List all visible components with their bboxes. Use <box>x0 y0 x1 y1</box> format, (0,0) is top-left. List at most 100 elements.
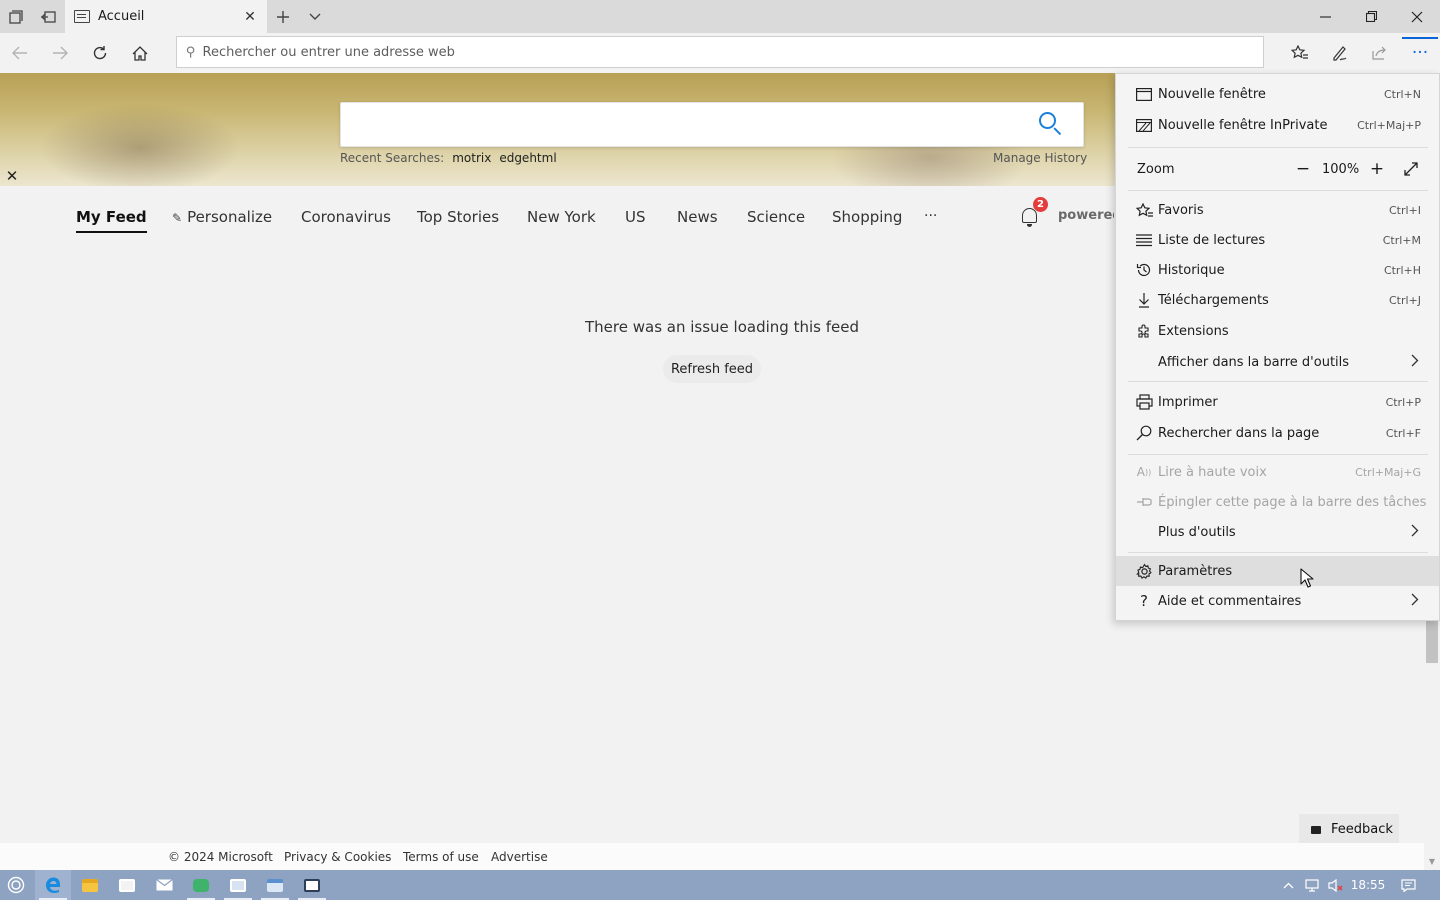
chevron-right-icon <box>1411 593 1419 610</box>
feed-tab-my-feed[interactable]: My Feed <box>76 208 147 233</box>
feedback-button[interactable]: Feedback <box>1299 814 1399 845</box>
home-icon[interactable] <box>122 37 158 69</box>
recent-searches-label: Recent Searches: <box>340 151 445 165</box>
menu-item-shortcut: Ctrl+J <box>1388 293 1421 307</box>
network-icon[interactable] <box>1301 870 1323 900</box>
feed-tab-personalize[interactable]: ✎ Personalize <box>172 208 272 226</box>
feed-tab-us[interactable]: US <box>625 208 646 226</box>
store-icon[interactable] <box>109 870 145 900</box>
start-button-icon[interactable] <box>0 870 32 900</box>
menu-item-shortcut: Ctrl+Maj+G <box>1355 465 1421 479</box>
refresh-icon[interactable] <box>82 37 118 69</box>
zoom-out-icon[interactable]: − <box>1292 158 1314 180</box>
menu-item-find-on-page[interactable]: Rechercher dans la page Ctrl+F <box>1116 418 1439 448</box>
menu-item-shortcut: Ctrl+I <box>1388 203 1421 217</box>
menu-item-more-tools[interactable]: Plus d'outils <box>1116 517 1439 547</box>
zoom-in-icon[interactable]: + <box>1366 158 1388 180</box>
tab-preview-icon[interactable] <box>0 0 32 33</box>
menu-item-downloads[interactable]: Téléchargements Ctrl+J <box>1116 285 1439 315</box>
hero-background: ✕ Recent Searches: motrix edgehtml Manag… <box>0 73 1116 186</box>
page-footer: © 2024 Microsoft Privacy & Cookies Terms… <box>0 843 1424 870</box>
navigation-bar: ⚲ Rechercher ou entrer une adresse web ·… <box>0 33 1440 73</box>
tab-accueil[interactable]: Accueil ✕ <box>65 0 267 33</box>
menu-item-label: Épingler cette page à la barre des tâche… <box>1158 494 1427 510</box>
scroll-down-icon[interactable]: ▼ <box>1424 854 1440 868</box>
menu-item-show-in-toolbar[interactable]: Afficher dans la barre d'outils <box>1116 347 1439 377</box>
menu-item-shortcut: Ctrl+M <box>1382 233 1421 247</box>
recent-search-term[interactable]: edgehtml <box>499 151 556 165</box>
feed-tab-news[interactable]: News <box>677 208 718 226</box>
new-tab-icon[interactable] <box>267 0 299 33</box>
menu-item-extensions[interactable]: Extensions <box>1116 316 1439 346</box>
menu-item-new-inprivate-window[interactable]: Nouvelle fenêtre InPrivate Ctrl+Maj+P <box>1116 110 1439 140</box>
close-hero-icon[interactable]: ✕ <box>3 167 21 185</box>
menu-item-pin-to-taskbar: Épingler cette page à la barre des tâche… <box>1116 487 1439 517</box>
volume-muted-icon[interactable] <box>1325 870 1347 900</box>
remote-desktop-icon[interactable] <box>220 870 256 900</box>
show-hidden-icons-icon[interactable] <box>1278 870 1298 900</box>
mail-icon[interactable] <box>146 870 182 900</box>
feed-tab-science[interactable]: Science <box>747 208 805 226</box>
close-tab-icon[interactable]: ✕ <box>239 6 261 28</box>
menu-item-shortcut: Ctrl+H <box>1383 263 1421 277</box>
set-aside-tabs-icon[interactable] <box>32 0 64 33</box>
pen-notes-icon[interactable] <box>1322 37 1358 69</box>
menu-item-label: Plus d'outils <box>1158 524 1236 540</box>
scrollbar-thumb[interactable] <box>1426 621 1438 663</box>
terms-link[interactable]: Terms of use <box>403 850 479 864</box>
edge-taskbar-icon[interactable] <box>35 870 71 900</box>
feed-tab-coronavirus[interactable]: Coronavirus <box>301 208 391 226</box>
search-icon[interactable] <box>1039 112 1062 136</box>
tab-list-chevron-icon[interactable] <box>299 0 331 33</box>
menu-item-label: Historique <box>1158 262 1225 278</box>
feed-error-message: There was an issue loading this feed <box>585 318 859 336</box>
menu-item-favorites[interactable]: Favoris Ctrl+I <box>1116 195 1439 225</box>
forward-arrow-icon[interactable] <box>42 37 78 69</box>
action-center-icon[interactable] <box>1396 870 1420 900</box>
advertise-link[interactable]: Advertise <box>491 850 548 864</box>
zoom-label: Zoom <box>1137 162 1175 177</box>
address-bar[interactable]: ⚲ Rechercher ou entrer une adresse web <box>176 36 1264 68</box>
menu-separator <box>1128 147 1428 148</box>
menu-item-settings[interactable]: Paramètres <box>1116 556 1439 586</box>
privacy-link[interactable]: Privacy & Cookies <box>284 850 391 864</box>
pin-icon <box>1134 492 1154 512</box>
menu-item-label: Liste de lectures <box>1158 232 1266 248</box>
app-taskbar-icon[interactable] <box>183 870 219 900</box>
download-icon <box>1134 290 1154 310</box>
menu-item-reading-list[interactable]: Liste de lectures Ctrl+M <box>1116 225 1439 255</box>
feed-tab-shopping[interactable]: Shopping <box>832 208 902 226</box>
app-window-icon[interactable] <box>294 870 330 900</box>
minimize-icon[interactable] <box>1302 0 1348 33</box>
menu-item-shortcut: Ctrl+N <box>1383 87 1421 101</box>
more-options-icon[interactable]: ··· <box>1402 37 1438 69</box>
restore-icon[interactable] <box>1348 0 1394 33</box>
refresh-feed-button[interactable]: Refresh feed <box>663 355 761 383</box>
fullscreen-icon[interactable] <box>1400 158 1422 180</box>
back-arrow-icon[interactable] <box>2 37 38 69</box>
web-search-input[interactable] <box>340 102 1084 147</box>
share-icon[interactable] <box>1362 37 1398 69</box>
close-window-icon[interactable] <box>1394 0 1440 33</box>
printer-icon <box>1134 392 1154 412</box>
menu-item-history[interactable]: Historique Ctrl+H <box>1116 255 1439 285</box>
menu-item-label: Aide et commentaires <box>1158 593 1302 609</box>
clock[interactable]: 18:55 <box>1349 870 1387 900</box>
recent-search-term[interactable]: motrix <box>452 151 491 165</box>
file-explorer-icon[interactable] <box>72 870 108 900</box>
menu-item-help-and-feedback[interactable]: ? Aide et commentaires <box>1116 586 1439 616</box>
reading-list-icon <box>1134 230 1154 250</box>
feedback-icon <box>1311 825 1321 834</box>
feed-more-icon[interactable]: ··· <box>924 208 937 224</box>
powered-by-label: powered <box>1058 208 1114 223</box>
feed-tab-new-york[interactable]: New York <box>527 208 596 226</box>
settings-and-more-menu: Nouvelle fenêtre Ctrl+N Nouvelle fenêtre… <box>1115 73 1440 621</box>
menu-item-label: Extensions <box>1158 323 1229 339</box>
menu-item-print[interactable]: Imprimer Ctrl+P <box>1116 387 1439 417</box>
favorites-star-icon[interactable] <box>1282 37 1318 69</box>
menu-item-new-window[interactable]: Nouvelle fenêtre Ctrl+N <box>1116 79 1439 109</box>
explorer-window-icon[interactable] <box>257 870 293 900</box>
search-icon: ⚲ <box>186 44 196 60</box>
manage-history-link[interactable]: Manage History <box>993 151 1087 165</box>
feed-tab-top-stories[interactable]: Top Stories <box>417 208 499 226</box>
